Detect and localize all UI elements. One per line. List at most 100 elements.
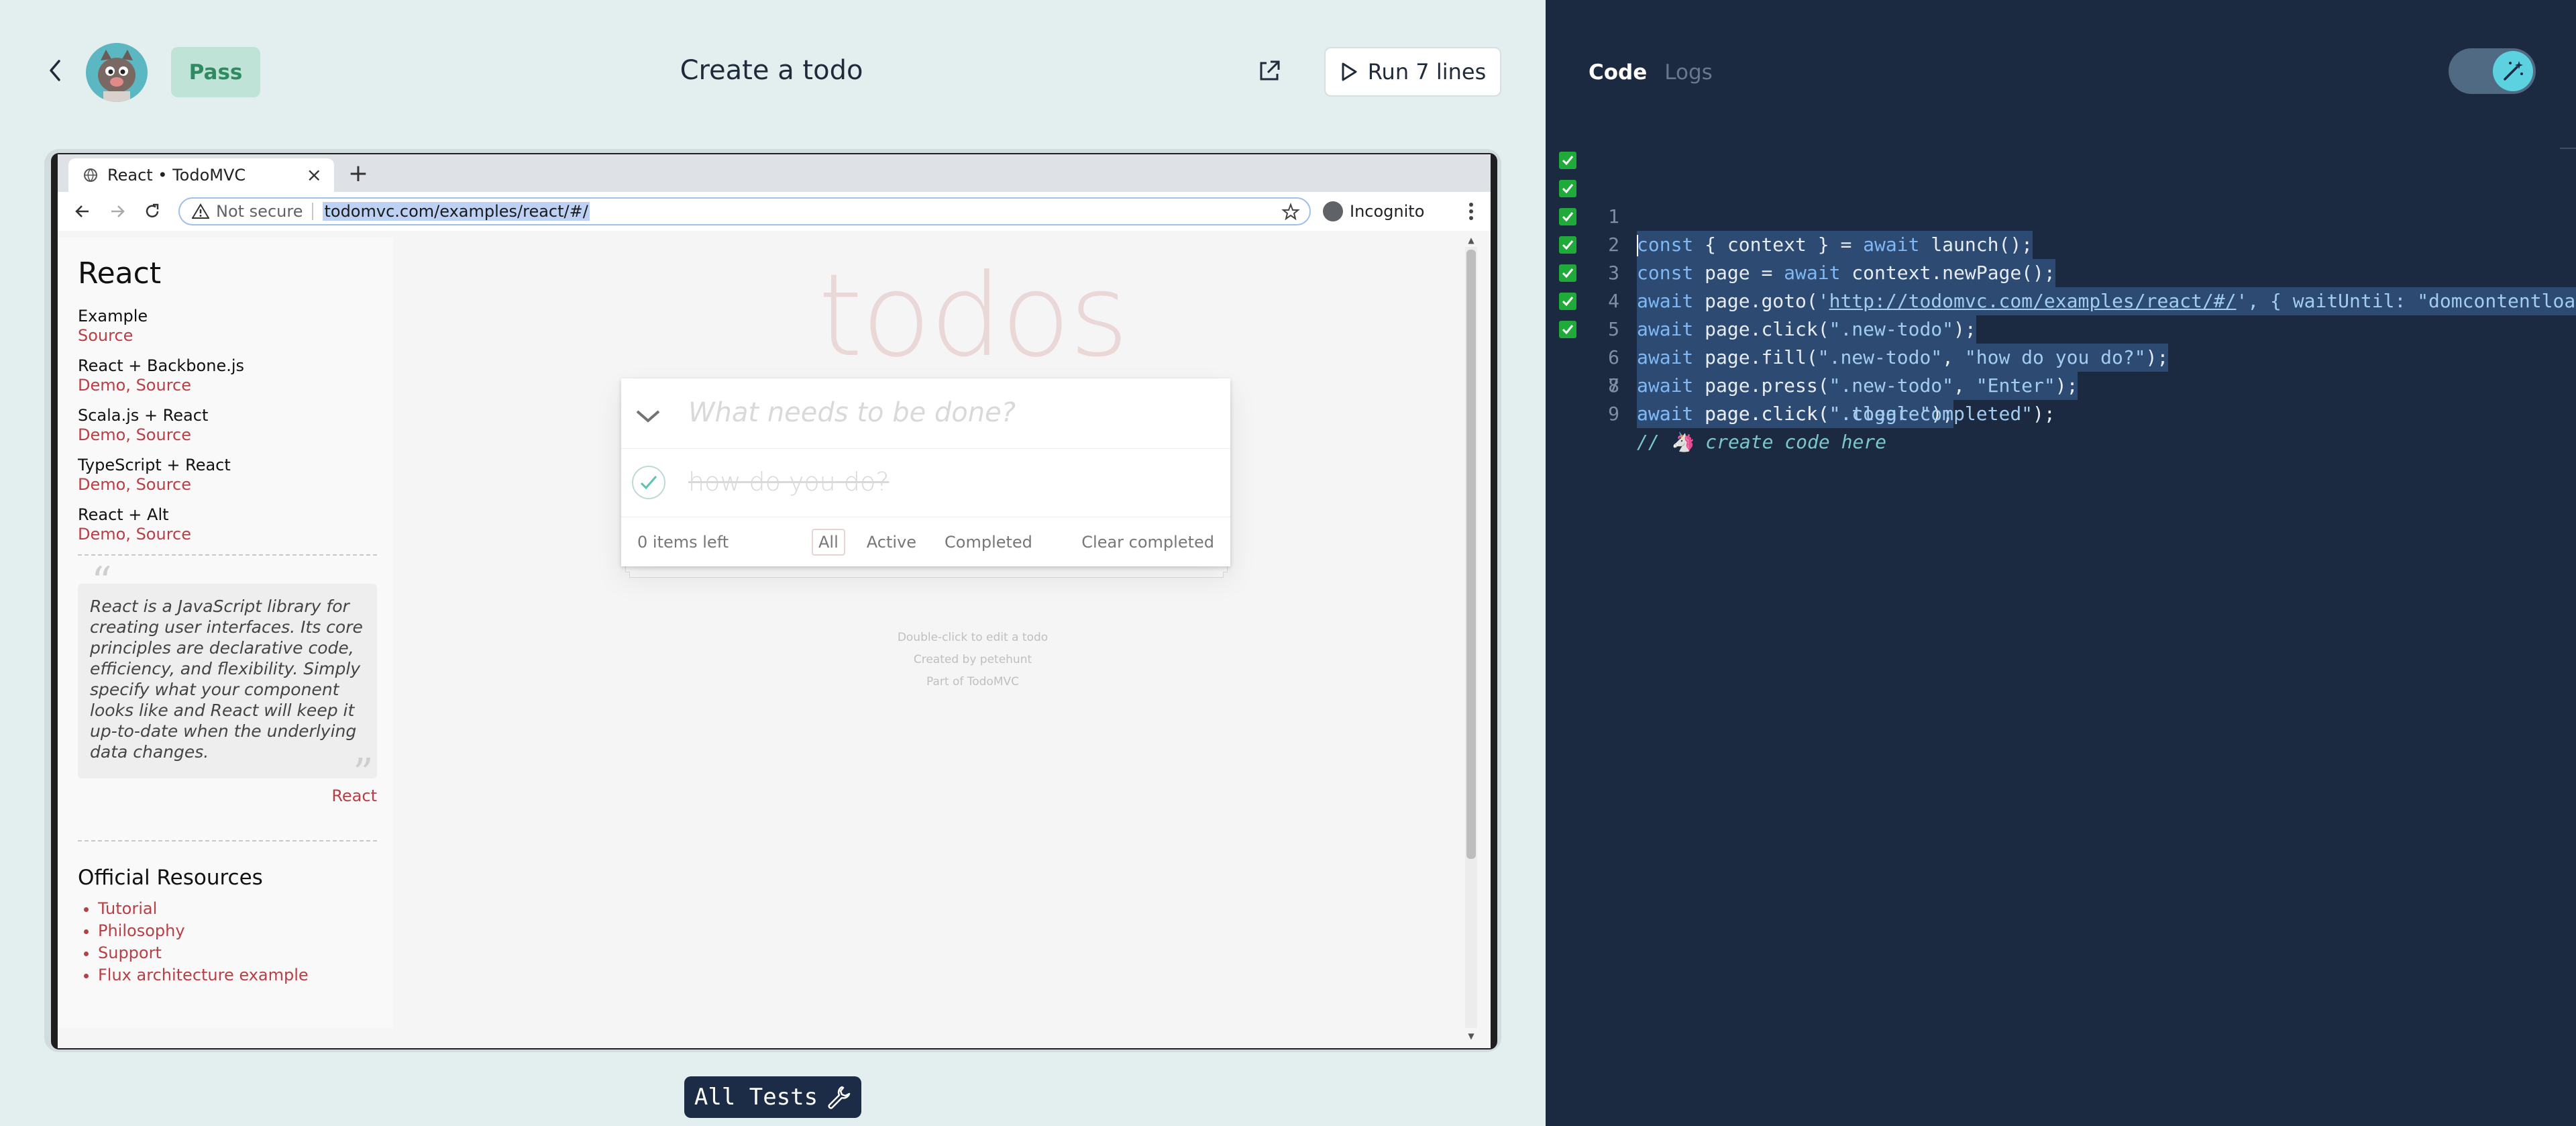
example-links[interactable]: Demo, Source: [78, 376, 373, 395]
code-line[interactable]: 2 const page = await context.newPage();: [1556, 174, 2576, 287]
resource-link[interactable]: Support: [98, 942, 309, 964]
info-text[interactable]: Part of TodoMVC: [771, 675, 1174, 688]
code-editor[interactable]: 1 const { context } = await launch(); 2 …: [1556, 146, 2576, 453]
tab-title: React • TodoMVC: [107, 166, 246, 185]
resources-title: Official Resources: [78, 866, 263, 890]
clear-completed-button[interactable]: Clear completed: [1081, 533, 1214, 552]
avatar: [86, 43, 148, 102]
tab-logs[interactable]: Logs: [1664, 60, 1713, 85]
url-text[interactable]: todomvc.com/examples/react/#/: [323, 202, 590, 221]
line-passed-check: [1559, 152, 1576, 169]
line-passed-check: [1559, 264, 1576, 282]
codegen-toggle[interactable]: [2449, 48, 2536, 94]
kebab-icon[interactable]: [1460, 200, 1483, 223]
tab-code[interactable]: Code: [1589, 60, 1647, 85]
plus-icon[interactable]: +: [345, 160, 372, 187]
check-icon: [1562, 212, 1574, 222]
code-token: page.click(: [1693, 403, 1829, 425]
example-links[interactable]: Demo, Source: [78, 475, 373, 494]
close-icon[interactable]: ×: [307, 164, 322, 186]
back-nav-button[interactable]: [71, 200, 94, 223]
browser-tab[interactable]: React • TodoMVC ×: [68, 158, 334, 192]
toggle-all-button[interactable]: [629, 403, 667, 429]
code-text: await page.click(".clear-completed");: [1637, 400, 2055, 428]
check-icon: [1562, 268, 1574, 278]
resource-link[interactable]: Tutorial: [98, 898, 309, 920]
check-icon: [1562, 184, 1574, 194]
example-name: React + Backbone.js: [78, 356, 245, 375]
page-title: Create a todo: [680, 55, 863, 86]
quote-text: React is a JavaScript library for creati…: [78, 584, 377, 778]
info-text[interactable]: Created by petehunt: [771, 653, 1174, 666]
example-item: Example Source: [78, 306, 373, 345]
all-tests-label: All Tests: [694, 1084, 818, 1111]
quote-source[interactable]: React: [78, 786, 377, 805]
example-links[interactable]: Demo, Source: [78, 525, 373, 544]
all-tests-button[interactable]: All Tests: [684, 1076, 861, 1118]
example-links[interactable]: Source: [78, 326, 373, 345]
page-viewport: React Example Source React + Backbone.js…: [58, 231, 1491, 1048]
new-todo-input[interactable]: What needs to be done?: [688, 397, 1016, 428]
line-passed-check: [1559, 293, 1576, 310]
code-line[interactable]: 7 await page.click(".toggle");: [1556, 315, 2576, 428]
filter-completed[interactable]: Completed: [938, 529, 1039, 556]
line-passed-check: [1559, 180, 1576, 197]
example-name: Example: [78, 307, 148, 325]
browser-window: React • TodoMVC × + Not secure todomvc.c…: [58, 154, 1491, 1048]
stack-shadow: [629, 572, 1224, 578]
check-icon: [640, 476, 657, 490]
example-name: React + Alt: [78, 505, 169, 524]
scrollbar[interactable]: ▲ ▼: [1461, 235, 1481, 1041]
chevron-down-icon: [636, 410, 660, 423]
resource-link[interactable]: Flux architecture example: [98, 964, 309, 986]
code-line[interactable]: 9 // 🦄 create code here: [1556, 372, 2576, 453]
incognito-indicator[interactable]: Incognito: [1323, 199, 1424, 224]
code-line[interactable]: 4 await page.click(".new-todo");: [1556, 231, 2576, 344]
example-item: React + Backbone.js Demo, Source: [78, 356, 373, 395]
items-left-count: 0 items left: [637, 533, 729, 552]
example-links[interactable]: Demo, Source: [78, 425, 373, 444]
example-item: TypeScript + React Demo, Source: [78, 455, 373, 494]
forward-nav-button[interactable]: [106, 200, 129, 223]
filter-active[interactable]: Active: [860, 529, 923, 556]
divider: [78, 840, 377, 841]
code-line[interactable]: 6 await page.press(".new-todo", "Enter")…: [1556, 287, 2576, 400]
globe-icon: [84, 168, 97, 182]
run-button[interactable]: Run 7 lines: [1324, 47, 1501, 97]
chevron-left-icon: [50, 60, 60, 81]
check-icon: [1562, 240, 1574, 250]
star-icon[interactable]: [1281, 203, 1300, 221]
play-icon: [1342, 62, 1357, 81]
check-icon: [1562, 297, 1574, 307]
code-token: await: [1637, 403, 1694, 425]
todo-label[interactable]: how do you do?: [688, 467, 889, 497]
code-line[interactable]: 1 const { context } = await launch();: [1556, 146, 2576, 259]
todo-app: What needs to be done? how do you do? 0 …: [621, 378, 1230, 566]
code-line[interactable]: 8 await page.click(".clear-completed");: [1556, 344, 2576, 425]
example-item: Scala.js + React Demo, Source: [78, 405, 373, 444]
line-number: 9: [1608, 403, 1619, 425]
check-icon: [1562, 325, 1574, 335]
info-text: Double-click to edit a todo: [897, 631, 1049, 644]
reload-icon: [146, 203, 159, 217]
line-passed-check: [1559, 236, 1576, 254]
code-token: ".clear-completed": [1829, 403, 2033, 425]
filter-all[interactable]: All: [812, 529, 845, 556]
divider: [78, 554, 377, 556]
resource-link[interactable]: Philosophy: [98, 920, 309, 942]
todo-heading: todos: [818, 250, 1128, 382]
check-icon: [1562, 156, 1574, 166]
reload-button[interactable]: [141, 200, 164, 223]
code-line[interactable]: 5 await page.fill(".new-todo", "how do y…: [1556, 259, 2576, 372]
back-button[interactable]: [42, 57, 68, 84]
wrench-icon: [828, 1086, 851, 1109]
scroll-thumb[interactable]: [1466, 250, 1476, 859]
todo-item[interactable]: how do you do?: [621, 448, 1230, 517]
todo-toggle[interactable]: [632, 466, 665, 499]
scroll-up-arrow[interactable]: ▲: [1465, 235, 1477, 246]
toggle-knob: [2493, 51, 2533, 91]
address-bar[interactable]: Not secure todomvc.com/examples/react/#/: [178, 197, 1311, 225]
code-line[interactable]: 3 await page.goto('http://todomvc.com/ex…: [1556, 203, 2576, 315]
scroll-down-arrow[interactable]: ▼: [1465, 1031, 1477, 1041]
open-external-button[interactable]: [1250, 52, 1288, 90]
